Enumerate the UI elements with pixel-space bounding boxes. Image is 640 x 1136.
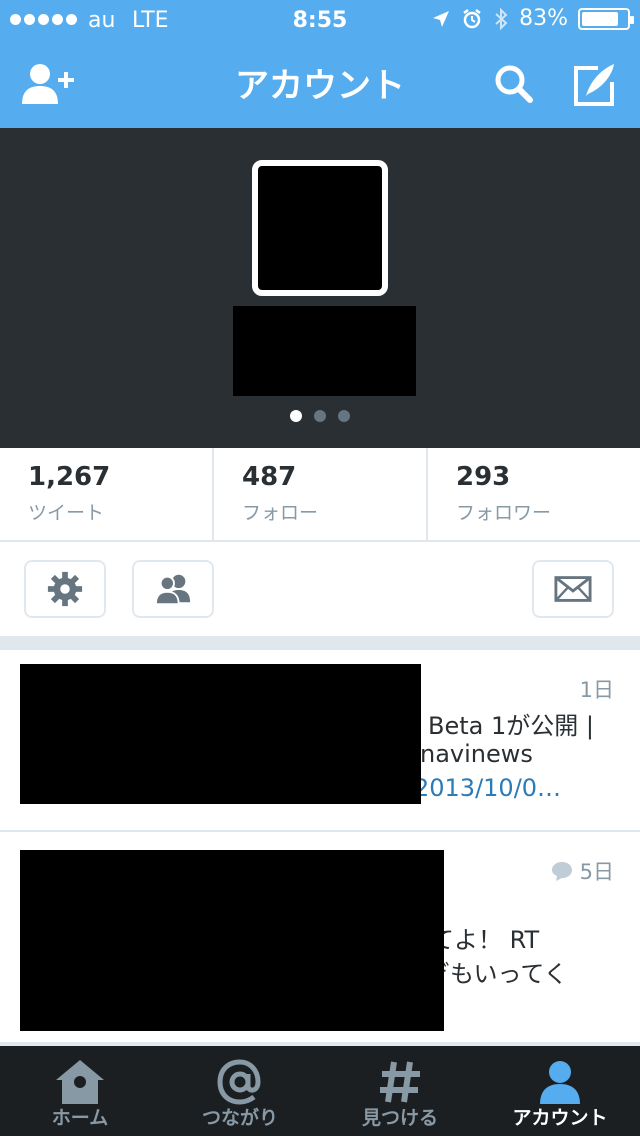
- alarm-icon: [463, 8, 481, 28]
- compose-button[interactable]: [568, 60, 624, 108]
- tab-label: つながり: [201, 1107, 278, 1129]
- location-arrow-icon: [433, 10, 450, 27]
- tab-label: ホーム: [51, 1107, 109, 1129]
- status-indicators: 83%: [431, 6, 634, 31]
- page-indicator[interactable]: [290, 410, 350, 422]
- stat-following[interactable]: 487 フォロー: [214, 448, 428, 540]
- page-dot: [338, 410, 350, 422]
- lists-button[interactable]: [132, 560, 214, 618]
- tweet-time: 5日: [579, 860, 614, 884]
- page-title: アカウント: [235, 66, 405, 106]
- stat-tweets[interactable]: 1,267 ツイート: [0, 448, 214, 540]
- redacted-content: [20, 664, 421, 804]
- search-button[interactable]: [486, 60, 542, 108]
- stat-value: 487: [242, 462, 297, 492]
- reply-bubble-icon: [551, 862, 572, 881]
- tab-label: アカウント: [512, 1107, 608, 1129]
- tweet-time: 1日: [579, 678, 614, 702]
- home-icon: [56, 1060, 104, 1104]
- tweet-text-line: てよ！ RT: [430, 926, 540, 954]
- status-bar: au LTE 8:55 83%: [0, 0, 640, 40]
- page-dot: [314, 410, 326, 422]
- compose-icon: [574, 64, 614, 106]
- tweet-link[interactable]: 2013/10/0…: [414, 774, 561, 802]
- battery-percent: 83%: [519, 6, 568, 31]
- hash-icon: [380, 1061, 420, 1103]
- tweet-item[interactable]: 1日 Beta 1が公開 | navinews 2013/10/0…: [0, 650, 640, 830]
- tweet-text-line: navinews: [420, 740, 533, 768]
- messages-button[interactable]: [532, 560, 614, 618]
- people-icon: [154, 574, 191, 606]
- tab-discover[interactable]: 見つける: [320, 1046, 480, 1136]
- tab-connect[interactable]: つながり: [160, 1046, 320, 1136]
- stat-label: フォロー: [242, 502, 319, 524]
- stat-value: 1,267: [28, 462, 111, 492]
- search-icon: [495, 65, 533, 103]
- tab-account[interactable]: アカウント: [480, 1046, 640, 1136]
- redacted-content: [20, 850, 444, 1031]
- tweet-item[interactable]: 5日 てよ！ RT ぎもいってく: [0, 832, 640, 1042]
- stat-label: フォロワー: [456, 502, 552, 524]
- page-dot: [290, 410, 302, 422]
- avatar[interactable]: [252, 160, 388, 296]
- settings-button[interactable]: [24, 560, 106, 618]
- tweet-text-line: ぎもいってく: [426, 960, 568, 988]
- gear-icon: [47, 571, 83, 607]
- tweet-timestamp: 1日: [580, 674, 614, 704]
- tab-bar: ホーム つながり 見つける アカウント: [0, 1046, 640, 1136]
- stat-value: 293: [456, 462, 511, 492]
- envelope-icon: [554, 576, 592, 602]
- profile-actions: [0, 542, 640, 638]
- profile-stats: 1,267 ツイート 487 フォロー 293 フォロワー: [0, 448, 640, 542]
- person-icon: [540, 1061, 580, 1104]
- bluetooth-icon: [495, 7, 508, 30]
- stat-label: ツイート: [28, 502, 105, 524]
- top-bar: au LTE 8:55 83% アカウント: [0, 0, 640, 128]
- profile-name-redacted: [233, 306, 416, 396]
- tab-home[interactable]: ホーム: [0, 1046, 160, 1136]
- battery-icon: [578, 7, 634, 30]
- profile-header: [0, 128, 640, 448]
- tweet-timestamp: 5日: [550, 856, 614, 886]
- tab-label: 見つける: [361, 1107, 438, 1129]
- stat-followers[interactable]: 293 フォロワー: [428, 448, 640, 540]
- tweet-text-line: Beta 1が公開 |: [428, 712, 594, 740]
- at-icon: [217, 1059, 261, 1105]
